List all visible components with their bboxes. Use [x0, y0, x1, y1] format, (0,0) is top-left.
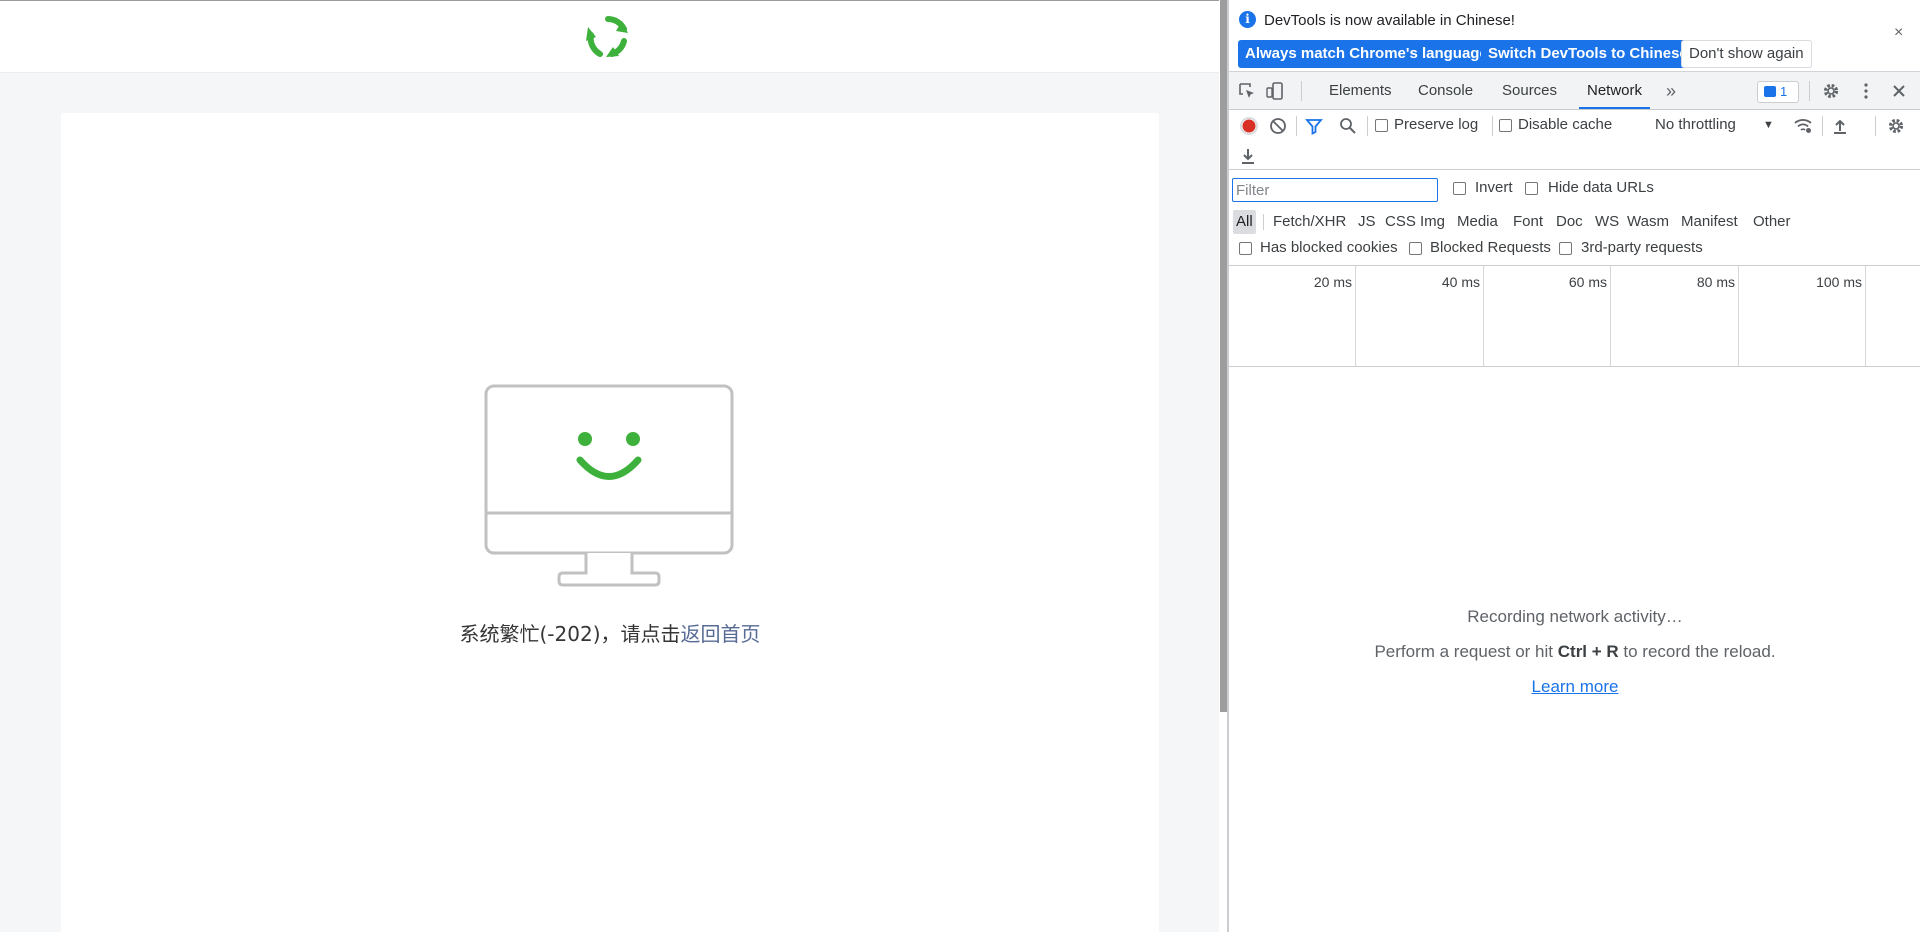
- page-scrollbar-thumb[interactable]: [1220, 0, 1227, 712]
- timeline-tick-label: 40 ms: [1441, 274, 1480, 290]
- type-filter-manifest[interactable]: Manifest: [1678, 210, 1741, 234]
- issues-icon: [1764, 86, 1776, 97]
- timeline-tick-label: 100 ms: [1816, 274, 1862, 290]
- hide-data-urls-label: Hide data URLs: [1548, 179, 1654, 196]
- web-page: 系统繁忙(-202)，请点击返回首页: [0, 0, 1219, 932]
- timeline-gridline: 80 ms: [1611, 266, 1739, 366]
- device-toolbar-icon[interactable]: [1265, 81, 1285, 101]
- tab-sources[interactable]: Sources: [1494, 72, 1565, 109]
- third-party-requests-checkbox[interactable]: [1559, 242, 1572, 255]
- learn-more-link[interactable]: Learn more: [1532, 677, 1619, 696]
- clear-icon[interactable]: [1269, 117, 1287, 135]
- tab-console[interactable]: Console: [1410, 72, 1481, 109]
- invert-label: Invert: [1475, 179, 1513, 196]
- info-icon: i: [1239, 11, 1256, 28]
- disable-cache-checkbox[interactable]: [1499, 119, 1512, 132]
- throttling-dropdown-icon[interactable]: ▼: [1763, 119, 1774, 131]
- devtools-tabbar: Elements Console Sources Network » 1: [1229, 72, 1920, 110]
- recording-message: Recording network activity…: [1467, 607, 1683, 626]
- blocked-requests-label: Blocked Requests: [1430, 239, 1551, 256]
- reload-hint: Perform a request or hit Ctrl + R to rec…: [1229, 642, 1920, 662]
- timeline-tick-label: 60 ms: [1568, 274, 1607, 290]
- inspect-element-icon[interactable]: [1237, 81, 1257, 101]
- match-language-button[interactable]: Always match Chrome's language: [1238, 40, 1495, 68]
- timeline-tick-label: 80 ms: [1696, 274, 1735, 290]
- network-toolbar: Preserve log Disable cache No throttling…: [1229, 110, 1920, 170]
- dont-show-again-button[interactable]: Don't show again: [1681, 40, 1812, 68]
- language-infobar: i DevTools is now available in Chinese! …: [1229, 0, 1920, 72]
- close-devtools-icon[interactable]: [1889, 81, 1909, 101]
- throttling-select[interactable]: No throttling: [1655, 116, 1736, 133]
- preserve-log-checkbox[interactable]: [1375, 119, 1388, 132]
- error-message: 系统繁忙(-202)，请点击返回首页: [61, 618, 1159, 647]
- error-text: 系统繁忙(-202)，请点击: [459, 622, 681, 646]
- network-settings-gear-icon[interactable]: [1887, 117, 1905, 135]
- reload-hint-suffix: to record the reload.: [1618, 642, 1776, 661]
- timeline-gridline: 40 ms: [1356, 266, 1484, 366]
- network-empty-state: Recording network activity… Perform a re…: [1229, 367, 1920, 932]
- search-icon[interactable]: [1339, 117, 1357, 135]
- type-filter-wasm[interactable]: Wasm: [1624, 210, 1672, 234]
- type-filter-all[interactable]: All: [1233, 210, 1256, 234]
- timeline-tick-label: 20 ms: [1313, 274, 1352, 290]
- back-home-link[interactable]: 返回首页: [681, 622, 761, 646]
- type-filter-doc[interactable]: Doc: [1553, 210, 1586, 234]
- timeline-gridline: 60 ms: [1484, 266, 1611, 366]
- settings-gear-icon[interactable]: [1821, 81, 1841, 101]
- switch-to-chinese-button[interactable]: Switch DevTools to Chinese: [1481, 40, 1695, 68]
- content-card: 系统繁忙(-202)，请点击返回首页: [61, 113, 1159, 932]
- network-conditions-icon[interactable]: [1793, 117, 1813, 135]
- monitor-smiley-illustration: [484, 384, 734, 587]
- type-filter-js[interactable]: JS: [1355, 210, 1379, 234]
- filter-bar: Invert Hide data URLs All Fetch/XHR JS C…: [1229, 170, 1920, 266]
- import-har-icon[interactable]: [1831, 117, 1849, 135]
- reload-shortcut: Ctrl + R: [1557, 642, 1619, 661]
- hide-data-urls-checkbox[interactable]: [1525, 182, 1538, 195]
- timeline-gridline: 100 ms: [1739, 266, 1866, 366]
- infobar-close-icon[interactable]: ×: [1894, 24, 1903, 42]
- reload-hint-text: Perform a request or hit: [1374, 642, 1558, 661]
- preserve-log-label: Preserve log: [1394, 116, 1479, 133]
- filter-funnel-icon[interactable]: [1305, 117, 1323, 135]
- page-header: [0, 1, 1219, 73]
- record-icon[interactable]: [1238, 115, 1260, 137]
- issues-count: 1: [1780, 84, 1788, 99]
- type-filter-other[interactable]: Other: [1750, 210, 1794, 234]
- type-filter-font[interactable]: Font: [1510, 210, 1546, 234]
- disable-cache-label: Disable cache: [1518, 116, 1613, 133]
- customize-menu-icon[interactable]: [1856, 81, 1876, 101]
- timeline-gridline: 20 ms: [1229, 266, 1356, 366]
- infobar-message: DevTools is now available in Chinese!: [1264, 12, 1515, 29]
- export-har-icon[interactable]: [1239, 147, 1257, 165]
- type-filter-fetch-xhr[interactable]: Fetch/XHR: [1270, 210, 1349, 234]
- invert-checkbox[interactable]: [1453, 182, 1466, 195]
- type-filter-css[interactable]: CSS: [1382, 210, 1419, 234]
- blocked-requests-checkbox[interactable]: [1409, 242, 1422, 255]
- tab-network[interactable]: Network: [1579, 72, 1651, 109]
- has-blocked-cookies-label: Has blocked cookies: [1260, 239, 1398, 256]
- type-filter-media[interactable]: Media: [1454, 210, 1501, 234]
- has-blocked-cookies-checkbox[interactable]: [1239, 242, 1252, 255]
- issues-counter-button[interactable]: 1: [1757, 81, 1799, 103]
- third-party-requests-label: 3rd-party requests: [1581, 239, 1703, 256]
- filter-input[interactable]: [1232, 178, 1438, 202]
- type-filter-img[interactable]: Img: [1417, 210, 1448, 234]
- app-logo-icon[interactable]: [586, 15, 630, 59]
- devtools-panel: i DevTools is now available in Chinese! …: [1228, 0, 1920, 932]
- network-overview-timeline[interactable]: 20 ms 40 ms 60 ms 80 ms 100 ms: [1229, 266, 1920, 367]
- tab-elements[interactable]: Elements: [1321, 72, 1400, 109]
- type-filter-ws[interactable]: WS: [1592, 210, 1622, 234]
- more-tabs-chevron-icon[interactable]: »: [1661, 81, 1681, 101]
